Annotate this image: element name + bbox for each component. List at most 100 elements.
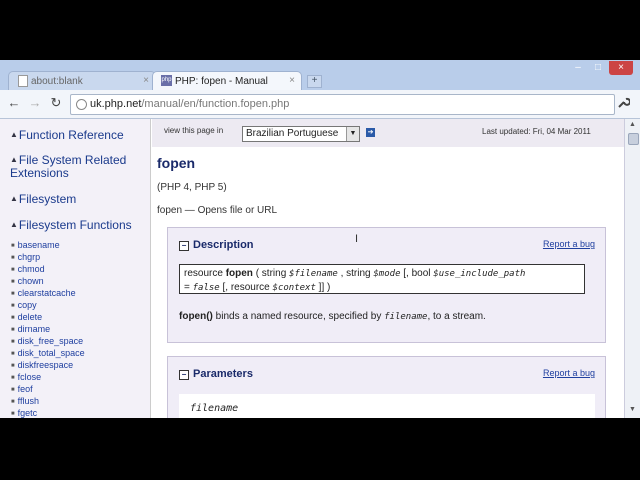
sidebar-item-fclose[interactable]: ■ fclose xyxy=(11,372,41,383)
collapse-icon[interactable]: − xyxy=(179,241,189,251)
param-mode: $mode xyxy=(373,269,401,279)
sidebar-item-fflush[interactable]: ■ fflush xyxy=(11,396,39,407)
scroll-up-icon[interactable]: ▲ xyxy=(629,121,636,128)
arrow-up-icon: ▲ xyxy=(10,130,18,139)
sidebar: ▲Function Reference ▲File System Related… xyxy=(0,119,151,418)
sidebar-heading-file-system[interactable]: ▲File System Related Extensions xyxy=(10,153,142,180)
scroll-thumb[interactable] xyxy=(628,133,639,145)
sidebar-heading-filesystem[interactable]: ▲Filesystem xyxy=(10,192,76,206)
forward-button[interactable]: → xyxy=(27,95,43,111)
version-info: (PHP 4, PHP 5) xyxy=(157,182,227,193)
sidebar-item-label: diskfreespace xyxy=(17,360,74,370)
language-bar: view this page in Brazilian Portuguese ▼… xyxy=(152,119,624,147)
sidebar-heading-label: Filesystem xyxy=(18,192,77,206)
sidebar-item-dirname[interactable]: ■ dirname xyxy=(11,324,50,335)
report-bug-link[interactable]: Report a bug xyxy=(543,368,595,378)
arrow-up-icon: ▲ xyxy=(10,155,18,164)
language-select[interactable]: Brazilian Portuguese ▼ xyxy=(242,126,360,142)
description-section: − Description Report a bug resource fopen… xyxy=(167,227,606,343)
sidebar-item-chown[interactable]: ■ chown xyxy=(11,276,44,287)
parameters-heading[interactable]: − Parameters xyxy=(179,368,253,380)
new-tab-button[interactable]: + xyxy=(307,75,322,88)
scrollbar[interactable]: ▲ ▼ xyxy=(624,119,640,418)
sidebar-item-disk-free-space[interactable]: ■ disk_free_space xyxy=(11,336,83,347)
close-window-button[interactable]: × xyxy=(609,61,633,75)
tab-php-fopen[interactable]: php PHP: fopen - Manual × xyxy=(152,71,302,91)
globe-icon xyxy=(76,99,87,110)
collapse-icon[interactable]: − xyxy=(179,370,189,380)
sidebar-heading-label: File System Related Extensions xyxy=(10,153,127,180)
close-tab-icon[interactable]: × xyxy=(143,75,149,86)
page-icon xyxy=(18,75,28,87)
last-updated: Last updated: Fri, 04 Mar 2011 xyxy=(482,127,591,136)
php-favicon-icon: php xyxy=(161,75,172,86)
sig-part: , string xyxy=(340,268,371,279)
desc-part: , to a stream. xyxy=(427,311,486,322)
arrow-up-icon: ▲ xyxy=(10,194,18,203)
sidebar-item-clearstatcache[interactable]: ■ clearstatcache xyxy=(11,288,76,299)
sidebar-item-fgetc[interactable]: ■ fgetc xyxy=(11,408,37,418)
param-context: $context xyxy=(272,283,316,293)
sidebar-item-label: chgrp xyxy=(17,252,41,262)
function-purpose: fopen — Opens file or URL xyxy=(157,205,278,216)
sig-part: [, bool xyxy=(403,268,431,279)
parameters-list xyxy=(179,394,595,418)
reload-button[interactable]: ↻ xyxy=(48,95,64,111)
text-cursor-icon: I xyxy=(355,233,359,245)
scroll-down-icon[interactable]: ▼ xyxy=(629,406,636,413)
main-content: view this page in Brazilian Portuguese ▼… xyxy=(152,119,624,418)
sidebar-heading-label: Function Reference xyxy=(18,128,124,142)
tab-about-blank[interactable]: about:blank × xyxy=(8,71,156,91)
sidebar-item-feof[interactable]: ■ feof xyxy=(11,384,33,395)
method-signature: resource fopen ( string $filename , stri… xyxy=(179,264,585,294)
wrench-menu-icon[interactable] xyxy=(617,96,631,112)
arrow-up-icon: ▲ xyxy=(10,220,18,229)
chevron-down-icon: ▼ xyxy=(346,127,359,141)
browser-window: about:blank × php PHP: fopen - Manual × … xyxy=(0,60,640,418)
sig-part: [, resource xyxy=(222,282,270,293)
sidebar-item-label: delete xyxy=(17,312,43,322)
sidebar-heading-function-reference[interactable]: ▲Function Reference xyxy=(10,128,124,142)
sidebar-item-chgrp[interactable]: ■ chgrp xyxy=(11,252,40,263)
language-value: Brazilian Portuguese xyxy=(246,128,339,139)
sig-part: ]] ) xyxy=(318,282,331,293)
fn-ref[interactable]: fopen() xyxy=(179,311,213,322)
section-heading-label: Parameters xyxy=(193,368,253,380)
sig-type: resource xyxy=(184,268,223,279)
desc-part: binds a named resource, specified by xyxy=(212,311,385,322)
sidebar-item-label: disk_free_space xyxy=(17,336,84,346)
param-filename: $filename xyxy=(289,269,338,279)
minimize-button[interactable]: – xyxy=(568,61,588,75)
sidebar-item-disk-total-space[interactable]: ■ disk_total_space xyxy=(11,348,85,359)
address-bar[interactable]: uk.php.net/manual/en/function.fopen.php … xyxy=(70,94,615,115)
sidebar-item-label: fflush xyxy=(17,396,39,406)
sig-part: = xyxy=(184,282,190,293)
page-content: ▲Function Reference ▲File System Related… xyxy=(0,119,640,418)
sidebar-item-diskfreespace[interactable]: ■ diskfreespace xyxy=(11,360,73,371)
sidebar-item-label: copy xyxy=(17,300,37,310)
param-filename-term: filename xyxy=(190,403,239,414)
go-arrow-icon[interactable]: ➔ xyxy=(366,128,375,137)
toolbar: ← → ↻ uk.php.net/manual/en/function.fope… xyxy=(0,90,640,119)
description-heading[interactable]: − Description xyxy=(179,239,254,251)
default-value: false xyxy=(192,283,220,293)
sidebar-item-label: basename xyxy=(17,240,60,250)
sidebar-item-delete[interactable]: ■ delete xyxy=(11,312,42,323)
close-tab-icon[interactable]: × xyxy=(289,75,295,86)
sidebar-item-chmod[interactable]: ■ chmod xyxy=(11,264,45,275)
param-ref: filename xyxy=(384,312,428,322)
maximize-button[interactable]: □ xyxy=(588,61,608,75)
sidebar-item-copy[interactable]: ■ copy xyxy=(11,300,37,311)
report-bug-link[interactable]: Report a bug xyxy=(543,239,595,249)
page-title: fopen xyxy=(157,155,196,171)
sig-name: fopen xyxy=(225,268,253,279)
sidebar-item-label: fclose xyxy=(17,372,42,382)
url-host: uk.php.net xyxy=(90,98,142,110)
sidebar-item-label: dirname xyxy=(17,324,51,334)
sig-part: ( string xyxy=(255,268,287,279)
sidebar-item-basename[interactable]: ■ basename xyxy=(11,240,60,251)
back-button[interactable]: ← xyxy=(6,95,22,111)
sidebar-heading-filesystem-functions[interactable]: ▲Filesystem Functions xyxy=(10,218,132,232)
section-heading-label: Description xyxy=(193,239,254,251)
parameters-section: − Parameters Report a bug filename xyxy=(167,356,606,418)
